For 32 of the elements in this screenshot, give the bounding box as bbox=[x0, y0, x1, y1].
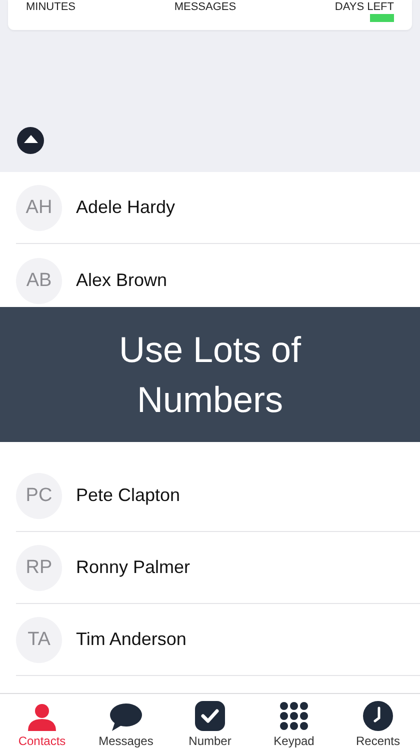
stat-label: DAYS LEFT bbox=[334, 1, 394, 13]
tab[interactable]: Keypad bbox=[252, 694, 336, 750]
stat-label: MINUTES bbox=[26, 1, 76, 13]
scroll-up-button[interactable] bbox=[17, 127, 44, 154]
avatar: RP bbox=[16, 544, 62, 590]
avatar: PC bbox=[16, 472, 62, 518]
keypad-icon bbox=[279, 701, 309, 731]
stat-label: MESSAGES bbox=[174, 1, 236, 13]
contact-name: Alex Brown bbox=[76, 270, 168, 291]
tab[interactable]: Contacts bbox=[0, 694, 84, 750]
contact-row[interactable]: AB Alex Brown bbox=[16, 244, 420, 307]
caption-text: Numbers bbox=[136, 378, 284, 422]
contact-row[interactable]: RP Ronny Palmer bbox=[16, 532, 420, 604]
contact-row[interactable]: AH Adele Hardy bbox=[16, 172, 420, 244]
tab[interactable]: Number bbox=[168, 694, 252, 750]
contact-name: Ronny Palmer bbox=[76, 557, 190, 578]
contact-name: Tim Anderson bbox=[76, 629, 186, 650]
caption-text: Use Lots of bbox=[118, 328, 302, 372]
contact-name: Adele Hardy bbox=[76, 197, 176, 218]
avatar: AB bbox=[16, 258, 62, 304]
triangle-up-icon bbox=[24, 135, 38, 143]
contact-row[interactable]: TA Tim Anderson bbox=[16, 604, 420, 676]
person-icon bbox=[27, 703, 57, 731]
avatar: AH bbox=[16, 184, 62, 230]
tab[interactable]: Recents bbox=[336, 694, 420, 750]
contact-name: Pete Clapton bbox=[76, 485, 180, 506]
clock-icon bbox=[363, 701, 393, 731]
speech-bubble-icon bbox=[109, 703, 143, 731]
avatar: TA bbox=[16, 616, 62, 662]
checkmark-icon bbox=[195, 701, 225, 731]
contact-row[interactable]: PC Pete Clapton bbox=[16, 460, 420, 532]
tab[interactable]: Messages bbox=[84, 694, 168, 750]
